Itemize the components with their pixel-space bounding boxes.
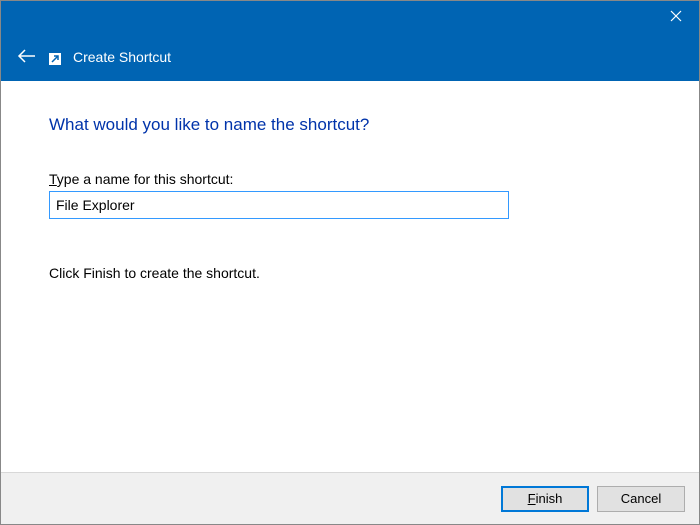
window-title: Create Shortcut — [73, 49, 171, 65]
wizard-content: What would you like to name the shortcut… — [1, 81, 699, 281]
dialog-footer: Finish Cancel — [1, 472, 699, 524]
name-field-label: Type a name for this shortcut: — [49, 171, 651, 187]
titlebar: Create Shortcut — [1, 1, 699, 81]
close-icon — [670, 10, 682, 22]
shortcut-icon — [49, 53, 61, 65]
shortcut-name-input[interactable] — [49, 191, 509, 219]
back-button[interactable] — [17, 49, 37, 68]
close-button[interactable] — [653, 1, 699, 31]
instruction-text: Click Finish to create the shortcut. — [49, 265, 651, 281]
back-arrow-icon — [17, 49, 37, 63]
cancel-button[interactable]: Cancel — [597, 486, 685, 512]
page-heading: What would you like to name the shortcut… — [49, 115, 651, 135]
finish-button[interactable]: Finish — [501, 486, 589, 512]
